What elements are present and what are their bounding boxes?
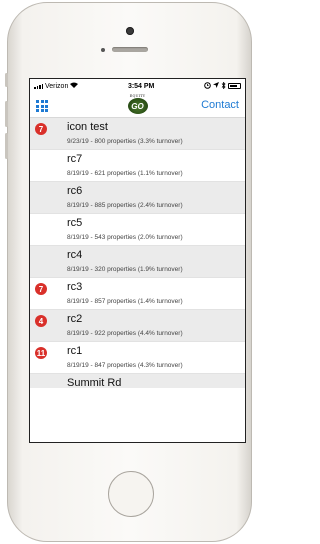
phone-frame: Verizon 3:54 PM EQUITY GO Contact 7 icon… [5, 2, 252, 542]
list-item[interactable]: rc6 8/19/19 - 885 properties (2.4% turno… [30, 182, 245, 214]
list-item-title: rc3 [67, 281, 83, 293]
logo-main-text: GO [127, 98, 148, 114]
list-item[interactable]: rc4 8/19/19 - 320 properties (1.9% turno… [30, 246, 245, 278]
notification-badge: 7 [35, 123, 47, 135]
list-item-subtitle: 9/23/19 - 800 properties (3.3% turnover) [67, 138, 183, 145]
list-item-title: Summit Rd [67, 377, 122, 389]
list-item-subtitle: 8/19/19 - 621 properties (1.1% turnover) [67, 170, 183, 177]
notification-badge: 7 [35, 283, 47, 295]
list-item-partial[interactable]: Summit Rd [30, 374, 245, 389]
list-item[interactable]: 7 icon test 9/23/19 - 800 properties (3.… [30, 118, 245, 150]
mute-switch [5, 73, 8, 87]
list-item[interactable]: rc7 8/19/19 - 621 properties (1.1% turno… [30, 150, 245, 182]
alarm-icon [204, 81, 211, 91]
equity-go-logo: EQUITY GO [125, 94, 151, 116]
list-item-subtitle: 8/19/19 - 885 properties (2.4% turnover) [67, 202, 183, 209]
location-arrow-icon [212, 82, 219, 90]
clock: 3:54 PM [127, 82, 155, 90]
front-camera [126, 27, 134, 35]
list-item-title: icon test [67, 121, 108, 133]
nav-bar: EQUITY GO Contact [30, 93, 245, 118]
list-item-subtitle: 8/19/19 - 543 properties (2.0% turnover) [67, 234, 183, 241]
list-item[interactable]: 4 rc2 8/19/19 - 922 properties (4.4% tur… [30, 310, 245, 342]
signal-icon [34, 83, 43, 89]
wifi-icon [70, 82, 79, 90]
bluetooth-icon [221, 81, 226, 91]
list-item-title: rc6 [67, 185, 83, 197]
proximity-sensor [101, 48, 105, 52]
status-bar: Verizon 3:54 PM [30, 79, 245, 93]
list-view: 7 icon test 9/23/19 - 800 properties (3.… [30, 118, 245, 389]
carrier-label: Verizon [45, 82, 69, 90]
app-screen: Verizon 3:54 PM EQUITY GO Contact 7 icon… [29, 78, 246, 443]
list-item-subtitle: 8/19/19 - 847 properties (4.3% turnover) [67, 362, 183, 369]
list-item[interactable]: 11 rc1 8/19/19 - 847 properties (4.3% tu… [30, 342, 245, 374]
volume-down-button [5, 133, 8, 159]
list-item-subtitle: 8/19/19 - 320 properties (1.9% turnover) [67, 266, 183, 273]
battery-icon [227, 83, 241, 89]
list-item-title: rc4 [67, 249, 83, 261]
list-item[interactable]: 7 rc3 8/19/19 - 857 properties (1.4% tur… [30, 278, 245, 310]
list-item-subtitle: 8/19/19 - 857 properties (1.4% turnover) [67, 298, 183, 305]
list-item-title: rc2 [67, 313, 83, 325]
list-item-title: rc1 [67, 345, 83, 357]
earpiece-speaker [112, 47, 148, 52]
contact-button[interactable]: Contact [201, 99, 239, 111]
list-item-title: rc7 [67, 153, 83, 165]
grid-menu-icon[interactable] [36, 100, 48, 112]
notification-badge: 4 [35, 315, 47, 327]
home-button[interactable] [108, 471, 154, 517]
list-item-title: rc5 [67, 217, 83, 229]
notification-badge: 11 [35, 347, 47, 359]
list-item[interactable]: rc5 8/19/19 - 543 properties (2.0% turno… [30, 214, 245, 246]
list-item-subtitle: 8/19/19 - 922 properties (4.4% turnover) [67, 330, 183, 337]
volume-up-button [5, 101, 8, 127]
